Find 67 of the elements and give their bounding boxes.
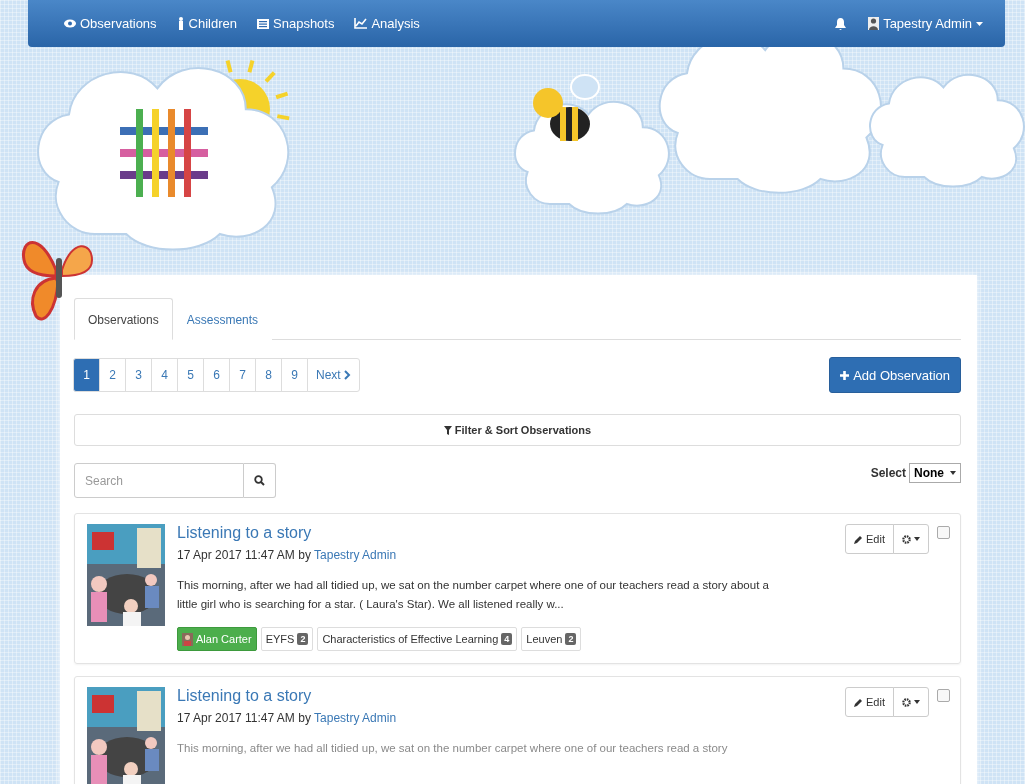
page-link[interactable]: 2 bbox=[99, 358, 126, 392]
search-field[interactable]: Search bbox=[74, 463, 244, 498]
select-label: Select bbox=[870, 466, 906, 480]
pencil-icon bbox=[854, 697, 864, 707]
framework-tag[interactable]: Characteristics of Effective Learning 4 bbox=[317, 627, 518, 651]
caret-icon bbox=[950, 471, 956, 475]
add-observation-button[interactable]: Add Observation bbox=[829, 357, 961, 393]
plus-icon bbox=[840, 370, 850, 380]
gear-icon bbox=[902, 697, 911, 707]
nav-link[interactable]: Snapshots bbox=[257, 16, 335, 31]
caret-icon bbox=[914, 537, 920, 541]
count-badge: 2 bbox=[565, 633, 577, 645]
search-button[interactable] bbox=[244, 463, 276, 498]
author-link[interactable]: Tapestry Admin bbox=[314, 548, 397, 562]
observation-meta: 17 Apr 2017 11:47 AM by Tapestry Admin bbox=[177, 548, 398, 562]
caret-icon bbox=[914, 700, 920, 704]
tag-label: Characteristics of Effective Learning bbox=[322, 633, 499, 645]
pencil-icon bbox=[854, 534, 864, 544]
checkbox[interactable] bbox=[937, 526, 950, 539]
edit-button[interactable]: Edit bbox=[845, 524, 894, 554]
page-link[interactable]: 4 bbox=[151, 358, 178, 392]
framework-tag[interactable]: Leuven 2 bbox=[521, 627, 582, 651]
nav-link[interactable]: Children bbox=[176, 16, 237, 31]
observation-description: This morning, after we had all tidied up, we sat on the number carpet where one of our teachers read a story about a little girl who is searching for a star. ( Laura's Star). We all listened really w... bbox=[177, 578, 770, 612]
filter-sort-button[interactable]: Filter & Sort Observations bbox=[74, 414, 961, 446]
user-menu[interactable]: Tapestry Admin bbox=[868, 16, 983, 31]
bee-drawing bbox=[533, 74, 600, 141]
nav-link[interactable]: Analysis bbox=[354, 16, 420, 31]
page-link[interactable]: 8 bbox=[255, 358, 282, 392]
caret-icon bbox=[976, 21, 983, 26]
tag-label: Leuven bbox=[526, 633, 563, 645]
edit-button[interactable]: Edit bbox=[845, 687, 894, 717]
page-link[interactable]: 5 bbox=[177, 358, 204, 392]
page-link[interactable]: 7 bbox=[229, 358, 256, 392]
user-icon bbox=[868, 17, 880, 30]
settings-button[interactable] bbox=[893, 524, 929, 554]
child-tag[interactable]: Alan Carter bbox=[177, 627, 257, 651]
count-badge: 4 bbox=[501, 633, 513, 645]
count-badge: 2 bbox=[297, 633, 309, 645]
author-link[interactable]: Tapestry Admin bbox=[314, 711, 397, 725]
page-link[interactable]: 3 bbox=[125, 358, 152, 392]
checkbox[interactable] bbox=[937, 689, 950, 702]
page-link[interactable]: 1 bbox=[73, 358, 100, 392]
settings-button[interactable] bbox=[893, 687, 929, 717]
gear-icon bbox=[902, 534, 911, 544]
person-icon bbox=[176, 17, 185, 30]
observation-description: This morning, after we had all tidied up, we sat on the number carpet where one of our teachers read a story bbox=[177, 741, 729, 756]
framework-tag[interactable]: EYFS 2 bbox=[260, 627, 314, 651]
avatar-icon bbox=[182, 632, 193, 646]
observation-meta: 17 Apr 2017 11:47 AM by Tapestry Admin bbox=[177, 711, 398, 725]
select-dropdown[interactable]: None bbox=[909, 463, 961, 483]
bell-icon[interactable] bbox=[835, 17, 847, 30]
tag-label: Alan Carter bbox=[196, 633, 252, 645]
observation-title[interactable]: Listening to a story bbox=[177, 687, 312, 705]
line-chart-icon bbox=[354, 18, 368, 29]
eye-icon bbox=[64, 19, 76, 28]
search-icon bbox=[254, 475, 265, 486]
tag-label: EYFS bbox=[265, 633, 295, 645]
tab[interactable]: Observations bbox=[74, 298, 173, 340]
chevron-right-icon bbox=[343, 370, 351, 380]
list-icon bbox=[257, 18, 269, 29]
nav-link[interactable]: Observations bbox=[64, 16, 157, 31]
next-page-link[interactable]: Next bbox=[307, 358, 360, 392]
page-link[interactable]: 9 bbox=[281, 358, 308, 392]
page-link[interactable]: 6 bbox=[203, 358, 230, 392]
filter-icon bbox=[443, 425, 452, 435]
observation-title[interactable]: Listening to a story bbox=[177, 524, 312, 542]
